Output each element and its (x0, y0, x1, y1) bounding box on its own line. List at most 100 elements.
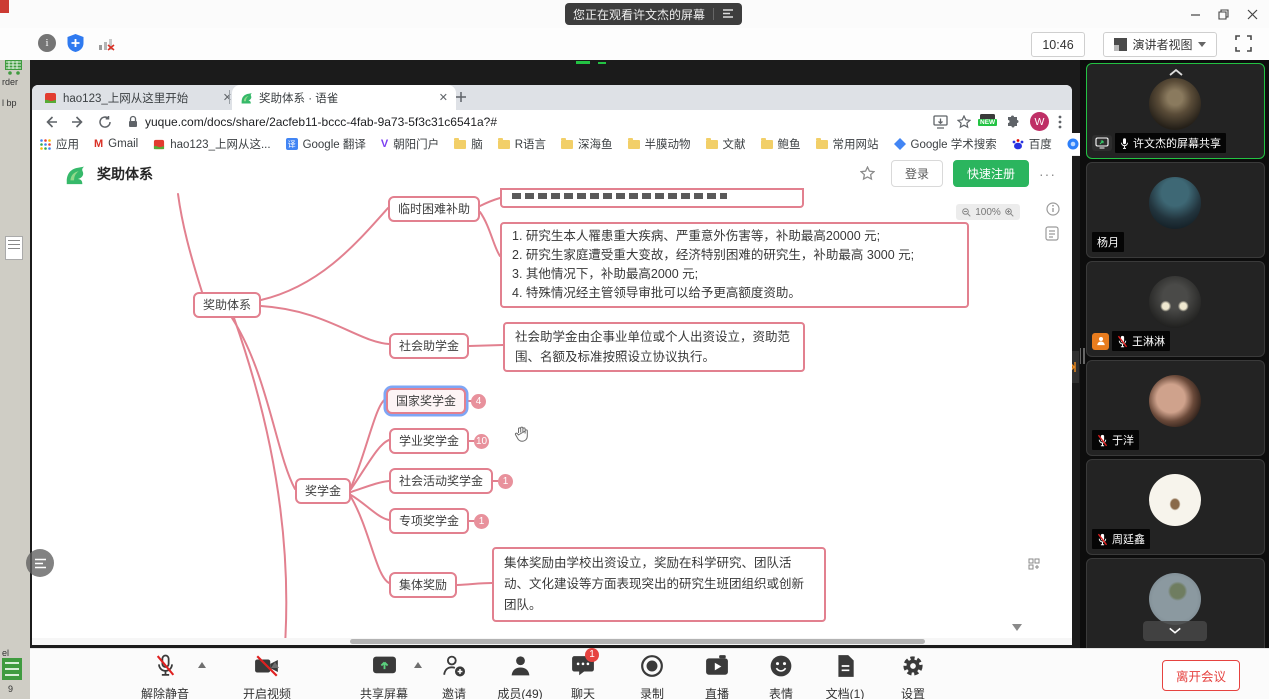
mindmap-node-social-aid[interactable]: 社会助学金 (389, 333, 469, 359)
chat-button[interactable]: 1 聊天 (551, 654, 615, 699)
mindmap-node-root[interactable]: 奖助体系 (193, 292, 261, 318)
login-button[interactable]: 登录 (891, 160, 943, 187)
more-actions-icon[interactable]: ··· (1039, 166, 1056, 182)
members-button[interactable]: 成员(49) (488, 654, 552, 699)
maximize-button[interactable] (1214, 5, 1232, 23)
horizontal-scrollbar-track[interactable] (32, 638, 1072, 645)
node-count-badge[interactable]: 1 (474, 514, 489, 529)
unmute-button[interactable]: 解除静音 (133, 654, 197, 699)
mic-options-caret[interactable] (198, 662, 206, 668)
mindmap-box-clipped[interactable] (500, 188, 804, 208)
info-icon[interactable]: i (38, 34, 56, 52)
leave-meeting-button[interactable]: 离开会议 (1162, 660, 1240, 691)
bookmark-folder[interactable]: R语言 (498, 136, 546, 152)
floating-toc-button[interactable] (26, 549, 54, 577)
register-button[interactable]: 快速注册 (953, 160, 1029, 187)
scroll-down-arrow[interactable] (1012, 624, 1022, 631)
mindmap-node-scholarship[interactable]: 奖学金 (295, 478, 351, 504)
bookmark-folder[interactable]: 鲍鱼 (761, 136, 801, 152)
zoom-control[interactable]: 100% (956, 204, 1020, 220)
participant-tile[interactable]: 杨月 (1086, 162, 1265, 258)
bookmark-translate[interactable]: 译Google 翻译 (286, 136, 366, 152)
browser-tab-yuque[interactable]: 奖助体系 · 语雀 ✕ (232, 85, 456, 110)
bookmark-star-icon[interactable] (957, 115, 971, 129)
back-icon[interactable] (44, 115, 58, 129)
bookmark-apps[interactable]: 应用 (40, 136, 79, 152)
desktop-green-icon[interactable] (2, 658, 22, 680)
bookmark-folder[interactable]: 脑 (454, 136, 483, 152)
mindmap-box-temp-aid-details[interactable]: 1. 研究生本人罹患重大疾病、严重意外伤害等，补助最高20000 元; 2. 研… (500, 222, 969, 308)
participant-tile[interactable]: 周廷鑫 (1086, 459, 1265, 555)
share-screen-button[interactable]: 共享屏幕 (352, 654, 416, 699)
emoji-button[interactable]: 表情 (749, 654, 813, 699)
share-options-caret[interactable] (414, 662, 422, 668)
star-icon[interactable] (860, 166, 875, 181)
settings-button[interactable]: 设置 (881, 654, 945, 699)
sidebar-resize-handle[interactable] (1080, 348, 1081, 364)
fullscreen-icon[interactable] (1235, 35, 1252, 52)
bookmark-correlation[interactable]: Correlation matrix... (1067, 138, 1080, 150)
screen-watching-banner[interactable]: 您正在观看许文杰的屏幕 (565, 3, 742, 25)
view-mode-switcher[interactable]: 演讲者视图 (1103, 32, 1217, 57)
bookmark-portal[interactable]: V朝阳门户 (381, 136, 439, 152)
participant-tile[interactable]: 于洋 (1086, 360, 1265, 456)
new-tab-button[interactable] (452, 88, 470, 111)
chevron-up-icon[interactable] (1168, 68, 1184, 76)
yuque-logo[interactable] (64, 163, 86, 185)
bookmark-folder[interactable]: 深海鱼 (561, 136, 613, 152)
tab-close-icon[interactable]: ✕ (223, 91, 232, 104)
live-stream-button[interactable]: 直播 (685, 654, 749, 699)
node-count-badge[interactable]: 10 (474, 434, 489, 449)
horizontal-scrollbar-thumb[interactable] (350, 639, 925, 644)
node-count-badge[interactable]: 1 (498, 474, 513, 489)
mindmap-box-social-aid-desc[interactable]: 社会助学金由企事业单位或个人出资设立，资助范围、名额及标准按照设立协议执行。 (503, 322, 805, 372)
chrome-menu-icon[interactable] (1058, 115, 1062, 129)
mindmap-box-group-award-desc[interactable]: 集体奖励由学校出资设立，奖励在科学研究、团队活动、文化建设等方面表现突出的研究生… (492, 547, 826, 622)
docs-button[interactable]: 文档(1) (813, 654, 877, 699)
bookmark-scholar[interactable]: Google 学术搜索 (894, 136, 997, 152)
outline-toc-icon[interactable] (1045, 226, 1059, 241)
doc-info-icon[interactable] (1046, 202, 1060, 216)
extensions-puzzle-icon[interactable] (1006, 115, 1020, 129)
mindmap-node-academic-scholarship[interactable]: 学业奖学金 (389, 428, 469, 454)
scroll-more-participants-button[interactable] (1143, 621, 1207, 641)
browser-tab-hao123[interactable]: hao123_上网从这里开始 ✕ (38, 87, 238, 108)
mindmap-node-national-scholarship[interactable]: 国家奖学金 (386, 388, 466, 414)
stats-disabled-icon[interactable] (98, 37, 116, 51)
node-count-badge[interactable]: 4 (471, 394, 486, 409)
sidebar-resize-handle[interactable] (1083, 348, 1085, 364)
reload-icon[interactable] (98, 115, 112, 129)
mindmap-node-special-scholarship[interactable]: 专项奖学金 (389, 508, 469, 534)
url-field[interactable]: yuque.com/docs/share/2acfeb11-bccc-4fab-… (145, 115, 497, 129)
extension-with-new-badge[interactable]: NEW (980, 113, 995, 131)
mindmap-canvas[interactable]: 奖助体系 临时困难补助 1. 研究生本人罹患重大疾病、严重意外伤害等，补助最高2… (32, 192, 1072, 645)
bookmark-baidu[interactable]: 百度 (1012, 136, 1052, 152)
grid-qr-icon[interactable] (1028, 558, 1040, 570)
shield-plus-icon[interactable] (66, 33, 85, 53)
profile-avatar[interactable]: W (1030, 112, 1049, 131)
install-icon[interactable] (933, 115, 948, 129)
tab-close-icon[interactable]: ✕ (439, 91, 448, 104)
record-button[interactable]: 录制 (620, 654, 684, 699)
mindmap-node-social-activity-scholarship[interactable]: 社会活动奖学金 (389, 468, 493, 494)
banner-menu-icon[interactable] (722, 9, 734, 19)
minimize-button[interactable] (1186, 5, 1204, 23)
mindmap-node-group-award[interactable]: 集体奖励 (389, 572, 457, 598)
bookmark-gmail[interactable]: MGmail (94, 138, 138, 150)
start-video-button[interactable]: 开启视频 (235, 654, 299, 699)
participant-tile[interactable]: 王淋淋 (1086, 261, 1265, 357)
forward-icon[interactable] (71, 115, 85, 129)
bookmark-hao123[interactable]: hao123_上网从这... (153, 136, 270, 152)
shopping-cart-icon[interactable] (3, 60, 25, 76)
invite-button[interactable]: 邀请 (422, 654, 486, 699)
bookmark-folder[interactable]: 常用网站 (816, 136, 879, 152)
desktop-doc-icon[interactable] (5, 236, 23, 260)
bookmark-folder[interactable]: 文献 (706, 136, 746, 152)
participant-tile-sharer[interactable]: 许文杰的屏幕共享 (1086, 63, 1265, 159)
participant-tile[interactable] (1086, 558, 1265, 648)
mindmap-node-temp-aid[interactable]: 临时困难补助 (388, 196, 480, 222)
bookmark-folder[interactable]: 半膜动物 (628, 136, 691, 152)
video-options-caret[interactable] (271, 662, 279, 668)
close-button[interactable] (1243, 5, 1261, 23)
lock-icon[interactable] (128, 115, 138, 128)
